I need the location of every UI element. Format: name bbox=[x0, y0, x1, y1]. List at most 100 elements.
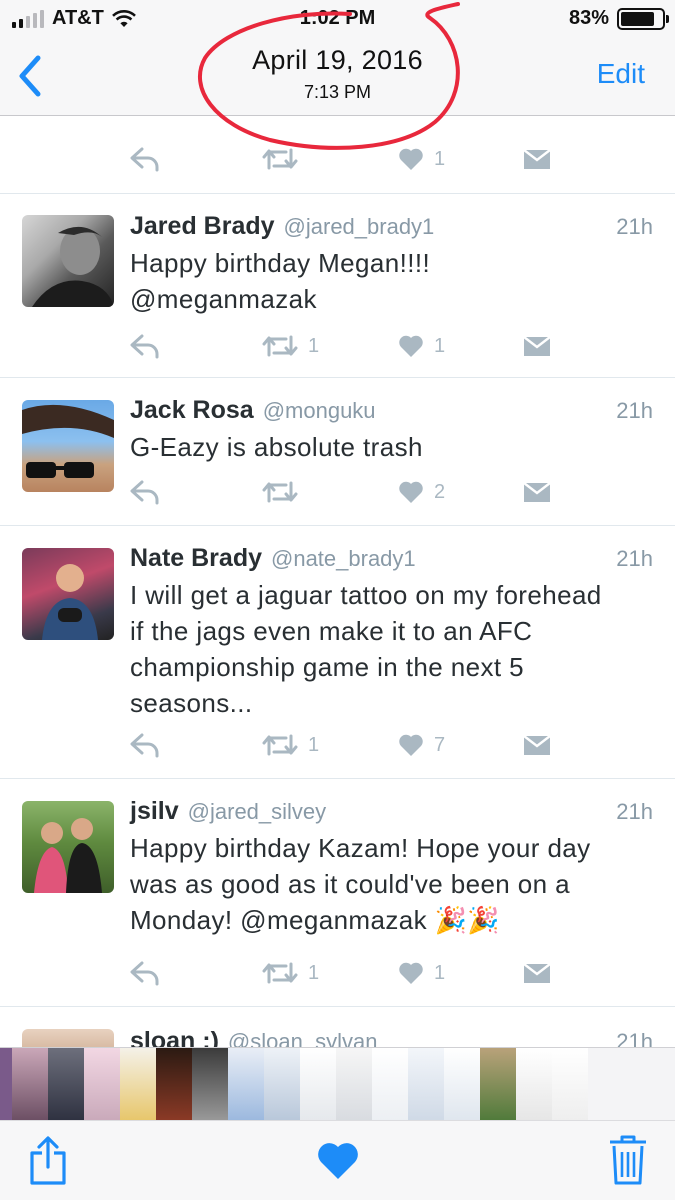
author-handle[interactable]: @nate_brady1 bbox=[271, 546, 416, 572]
tweet-text-line: was as good as it could've been on a bbox=[130, 869, 570, 899]
direct-message-button[interactable] bbox=[522, 480, 552, 504]
tweet-text-line: Happy birthday Kazam! Hope your day bbox=[130, 833, 591, 863]
avatar[interactable] bbox=[22, 215, 114, 307]
direct-message-button[interactable] bbox=[522, 961, 552, 985]
photo-thumbnail[interactable] bbox=[444, 1048, 480, 1121]
retweet-icon bbox=[262, 481, 298, 503]
like-count: 1 bbox=[434, 334, 446, 357]
share-button[interactable] bbox=[28, 1135, 68, 1192]
avatar[interactable] bbox=[22, 801, 114, 893]
tweet-actions: 1 bbox=[0, 129, 675, 189]
photo-thumbnail[interactable] bbox=[408, 1048, 444, 1121]
tweet-time: 21h bbox=[616, 1029, 653, 1047]
tweet-actions: 1 7 bbox=[0, 715, 675, 775]
like-button[interactable]: 2 bbox=[398, 480, 445, 504]
reply-icon bbox=[130, 334, 159, 359]
retweet-icon bbox=[262, 335, 298, 357]
heart-icon bbox=[399, 481, 423, 503]
tweet-text-line: @meganmazak bbox=[130, 284, 317, 314]
photo-thumbnail[interactable] bbox=[84, 1048, 120, 1121]
author-name[interactable]: Jack Rosa bbox=[130, 396, 254, 425]
trash-icon bbox=[610, 1135, 646, 1185]
retweet-button[interactable]: 1 bbox=[262, 732, 319, 758]
photo-thumbnail[interactable] bbox=[516, 1048, 552, 1121]
photo-thumbnail[interactable] bbox=[156, 1048, 192, 1121]
heart-icon bbox=[399, 148, 423, 170]
retweet-icon bbox=[262, 962, 298, 984]
avatar[interactable] bbox=[22, 548, 114, 640]
heart-filled-icon bbox=[318, 1143, 358, 1179]
tweet-item[interactable]: Jack Rosa @monguku 21h G-Eazy is absolut… bbox=[0, 377, 675, 525]
photo-thumbnail-strip[interactable] bbox=[0, 1047, 675, 1121]
author-handle[interactable]: @jared_brady1 bbox=[284, 214, 435, 240]
tweet-item[interactable]: sloan :) @sloan_sylvan 21h bbox=[0, 1006, 675, 1047]
reply-button[interactable] bbox=[130, 479, 160, 505]
reply-button[interactable] bbox=[130, 732, 160, 758]
status-bar: AT&T 1:02 PM 83% bbox=[0, 0, 675, 38]
reply-button[interactable] bbox=[130, 960, 160, 986]
avatar[interactable] bbox=[22, 1029, 114, 1047]
tweet-feed[interactable]: 1 Jared Brady @jared_brady1 21h Happy bi… bbox=[0, 117, 675, 1047]
status-right: 83% bbox=[568, 7, 669, 30]
direct-message-button[interactable] bbox=[522, 733, 552, 757]
reply-button[interactable] bbox=[130, 333, 160, 359]
like-button[interactable]: 7 bbox=[398, 733, 445, 757]
envelope-icon bbox=[523, 963, 551, 983]
photo-thumbnail[interactable] bbox=[120, 1048, 156, 1121]
retweet-button[interactable] bbox=[262, 146, 298, 172]
photo-thumbnail[interactable] bbox=[372, 1048, 408, 1121]
photo-thumbnail[interactable] bbox=[48, 1048, 84, 1121]
photo-thumbnail[interactable] bbox=[300, 1048, 336, 1121]
direct-message-button[interactable] bbox=[522, 147, 552, 171]
tweet-item[interactable]: Jared Brady @jared_brady1 21h Happy birt… bbox=[0, 193, 675, 377]
tweet-text: Happy birthday Megan!!!! @meganmazak bbox=[130, 245, 653, 317]
tweet-actions: 1 1 bbox=[0, 943, 675, 1003]
tweet-text: G-Eazy is absolute trash bbox=[130, 429, 653, 465]
battery-percent: 83% bbox=[568, 7, 609, 29]
favorite-button[interactable] bbox=[316, 1141, 360, 1186]
tweet-text-line: G-Eazy is absolute trash bbox=[130, 432, 423, 462]
author-name[interactable]: Jared Brady bbox=[130, 212, 275, 241]
envelope-icon bbox=[523, 336, 551, 356]
envelope-icon bbox=[523, 149, 551, 169]
photo-date: April 19, 2016 bbox=[252, 45, 423, 75]
nav-title: April 19, 2016 7:13 PM bbox=[0, 45, 675, 103]
photo-thumbnail[interactable] bbox=[264, 1048, 300, 1121]
heart-icon bbox=[399, 734, 423, 756]
like-button[interactable]: 1 bbox=[398, 147, 445, 171]
like-count: 1 bbox=[434, 961, 446, 984]
tweet-text-line: Happy birthday Megan!!!! bbox=[130, 248, 431, 278]
tweet-item[interactable]: jsilv @jared_silvey 21h Happy birthday K… bbox=[0, 778, 675, 1006]
author-name[interactable]: sloan :) bbox=[130, 1027, 219, 1047]
retweet-button[interactable]: 1 bbox=[262, 333, 319, 359]
reply-button[interactable] bbox=[130, 146, 160, 172]
photo-thumbnail[interactable] bbox=[12, 1048, 48, 1121]
photo-thumbnail[interactable] bbox=[0, 1048, 12, 1121]
retweet-button[interactable] bbox=[262, 479, 298, 505]
author-handle[interactable]: @monguku bbox=[263, 398, 376, 424]
photo-thumbnail[interactable] bbox=[228, 1048, 264, 1121]
author-handle[interactable]: @jared_silvey bbox=[188, 799, 327, 825]
author-name[interactable]: Nate Brady bbox=[130, 544, 262, 573]
photo-thumbnail[interactable] bbox=[588, 1048, 624, 1121]
tweet-text-line: if the jags even make it to an AFC bbox=[130, 616, 533, 646]
photo-thumbnail[interactable] bbox=[552, 1048, 588, 1121]
partial-tweet: 1 bbox=[0, 117, 675, 193]
like-count: 7 bbox=[434, 733, 446, 756]
like-button[interactable]: 1 bbox=[398, 961, 445, 985]
author-name[interactable]: jsilv bbox=[130, 797, 179, 826]
photo-thumbnail[interactable] bbox=[480, 1048, 516, 1121]
direct-message-button[interactable] bbox=[522, 334, 552, 358]
like-count: 2 bbox=[434, 480, 446, 503]
tweet-text-line: I will get a jaguar tattoo on my forehea… bbox=[130, 580, 602, 610]
delete-button[interactable] bbox=[608, 1133, 648, 1192]
reply-icon bbox=[130, 480, 159, 505]
like-button[interactable]: 1 bbox=[398, 334, 445, 358]
bottom-toolbar bbox=[0, 1120, 675, 1200]
retweet-button[interactable]: 1 bbox=[262, 960, 319, 986]
author-handle[interactable]: @sloan_sylvan bbox=[228, 1029, 378, 1047]
photo-thumbnail[interactable] bbox=[192, 1048, 228, 1121]
tweet-item[interactable]: Nate Brady @nate_brady1 21h I will get a… bbox=[0, 525, 675, 778]
edit-button[interactable]: Edit bbox=[597, 58, 645, 90]
photo-thumbnail[interactable] bbox=[336, 1048, 372, 1121]
